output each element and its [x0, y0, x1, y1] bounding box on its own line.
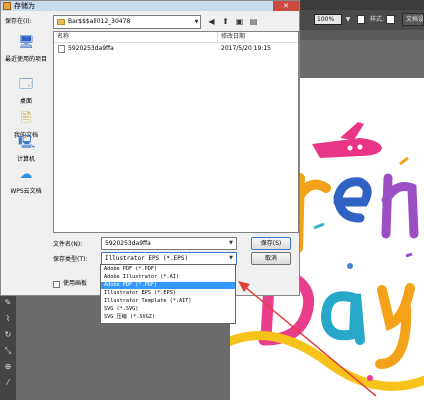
style-label: 样式: — [370, 16, 385, 23]
confetti-dash — [313, 222, 325, 230]
filename-input[interactable]: 5920253da9ffa — [101, 237, 237, 250]
confetti-dash — [399, 156, 409, 166]
confetti-dot — [347, 263, 353, 269]
format-option[interactable]: Illustrator Template (*.AIT) — [101, 298, 235, 305]
letter-e-stroke — [333, 177, 372, 223]
dialog-title: 存储为 — [14, 2, 35, 10]
format-option[interactable]: Adobe PDF (*.PDF) — [101, 266, 235, 273]
tools-panel: ✎ ⌇ ↻ ⤡ ⊕ ⁄ — [0, 290, 16, 400]
place-label: 桌面 — [19, 98, 32, 105]
places-bar: 🖥 最近使用的项目 🗔 桌面 🗎 我的文档 🖳 计算机 ☁ WPS云文档 — [3, 31, 49, 241]
computer-icon: 🖳 — [18, 135, 36, 150]
letter-n-stroke — [381, 173, 419, 239]
scale-tool-icon[interactable]: ⤡ — [3, 346, 13, 356]
chevron-down-icon[interactable]: ▼ — [226, 253, 236, 264]
letter-r-stroke — [293, 179, 331, 203]
place-recent[interactable]: 🖥 最近使用的项目 — [3, 35, 49, 69]
chevron-down-icon: ▼ — [194, 19, 199, 25]
save-type-label: 保存类型(T): — [53, 256, 88, 263]
zoom-field[interactable]: 100% — [314, 14, 342, 25]
letter-y-stroke — [375, 283, 415, 369]
cancel-button[interactable]: 取消 — [251, 252, 291, 265]
place-desktop[interactable]: 🗔 桌面 — [3, 77, 49, 111]
column-header-name[interactable]: 名称 — [54, 32, 218, 43]
airplane-illustration — [312, 138, 382, 158]
view-menu-icon[interactable]: ▤ — [248, 16, 259, 27]
documents-icon: 🗎 — [20, 111, 32, 126]
eyedropper-tool-icon[interactable]: ⁄ — [3, 378, 13, 388]
place-wps-cloud[interactable]: ☁ WPS云文档 — [3, 167, 49, 201]
save-in-value: Bar$$$all012_30478 — [68, 18, 131, 25]
zoom-dropdown-icon[interactable]: ▼ — [343, 14, 353, 25]
place-label: 计算机 — [16, 156, 35, 163]
confetti-dot — [367, 375, 373, 381]
save-as-dialog: 存储为 ✕ 保存在(I): Bar$$$all012_30478 ▼ ◀ ⬆ ▣… — [0, 0, 300, 296]
rotate-tool-icon[interactable]: ↻ — [3, 330, 13, 340]
recent-places-icon: 🖥 — [18, 35, 35, 50]
brush-tool-icon[interactable]: ⌇ — [3, 314, 13, 324]
file-row[interactable]: 5920253da9ffa 2017/5/20 19:15 — [54, 43, 298, 54]
confetti-dash — [405, 252, 413, 258]
format-option[interactable]: Adobe Illustrator (*.AI) — [101, 274, 235, 281]
save-in-dropdown[interactable]: Bar$$$all012_30478 ▼ — [53, 15, 201, 29]
airplane-window — [347, 145, 353, 151]
use-artboards-label: 使用画板 — [63, 280, 88, 287]
chevron-down-icon[interactable]: ▼ — [226, 238, 236, 249]
format-option-selected[interactable]: Adobe PDF (*.PDF) — [101, 282, 235, 289]
close-button[interactable]: ✕ — [273, 1, 299, 11]
document-settings-button[interactable]: 文档设置 — [402, 13, 424, 26]
format-option[interactable]: Illustrator EPS (*.EPS) — [101, 290, 235, 297]
dialog-titlebar[interactable]: 存储为 ✕ — [1, 1, 299, 11]
format-dropdown-list: Adobe PDF (*.PDF) Adobe Illustrator (*.A… — [100, 264, 236, 324]
save-button[interactable]: 保存(S) — [251, 237, 291, 250]
column-header-date[interactable]: 修改日期 — [218, 32, 298, 43]
airplane-window — [357, 144, 363, 150]
format-option[interactable]: SVG (*.SVG) — [101, 306, 235, 313]
file-date: 2017/5/20 19:15 — [221, 45, 271, 52]
cloud-icon: ☁ — [19, 167, 33, 182]
place-label: WPS云文档 — [10, 188, 42, 195]
file-name: 5920253da9ffa — [68, 45, 114, 52]
back-arrow-icon[interactable]: ◀ — [206, 16, 217, 27]
file-list[interactable]: 名称 修改日期 5920253da9ffa 2017/5/20 19:15 — [53, 31, 299, 233]
file-icon — [58, 45, 65, 53]
place-computer[interactable]: 🖳 计算机 — [3, 135, 49, 169]
filename-label: 文件名(N): — [53, 241, 83, 248]
up-folder-icon[interactable]: ⬆ — [220, 16, 231, 27]
save-in-label: 保存在(I): — [5, 18, 32, 25]
shape-builder-icon[interactable]: ⊕ — [3, 362, 13, 372]
style-swatch[interactable] — [386, 15, 395, 24]
new-folder-icon[interactable]: ▣ — [234, 16, 245, 27]
airplane-wing — [340, 122, 364, 140]
pen-tool-icon[interactable]: ✎ — [3, 298, 13, 308]
app-icon — [3, 2, 11, 10]
zoom-swatch[interactable] — [357, 15, 365, 24]
letter-a-stroke — [320, 291, 365, 345]
use-artboards-checkbox[interactable] — [53, 281, 60, 288]
document-tab-strip — [300, 30, 424, 40]
place-label: 最近使用的项目 — [4, 56, 47, 63]
desktop-icon: 🗔 — [18, 77, 34, 92]
format-option[interactable]: SVG 压缩 (*.SVGZ) — [101, 314, 235, 321]
folder-icon — [57, 19, 65, 25]
